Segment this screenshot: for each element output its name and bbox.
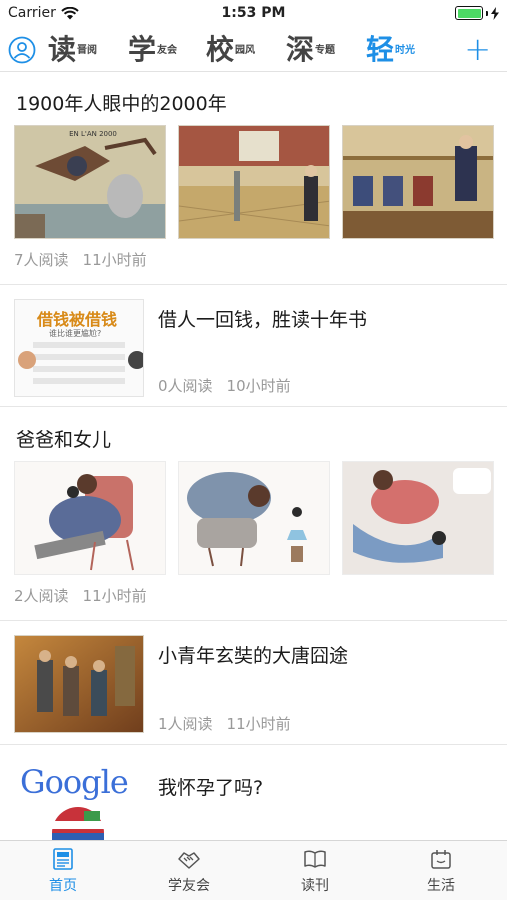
article-image [14, 635, 144, 733]
article-title: 爸爸和女儿 [16, 429, 112, 451]
tab-alumni-association[interactable]: 学友会 [126, 847, 252, 895]
tab-home-label: 首页 [49, 878, 77, 894]
tab-alumni-label: 学友会 [168, 878, 210, 894]
handshake-icon [178, 852, 200, 869]
tab-journal-label: 读刊 [301, 878, 329, 894]
article-image [178, 125, 330, 239]
tab-deep[interactable]: 深 专题 [286, 32, 337, 68]
read-count: 0人阅读 [158, 377, 213, 395]
article-image: 借钱被借钱 谁比谁更尴尬? [14, 299, 144, 397]
list-item[interactable]: Google 我怀孕了吗? [0, 745, 507, 840]
article-meta: 7人阅读 11小时前 [14, 249, 147, 270]
article-image [342, 461, 494, 575]
tab-journal[interactable]: 读刊 [252, 847, 378, 895]
post-time: 11小时前 [82, 587, 147, 605]
clock: 1:53 PM [221, 5, 286, 21]
post-time: 10小时前 [226, 377, 291, 395]
tab-life[interactable]: 生活 [378, 847, 504, 895]
article-feed: 1900年人眼中的2000年 EN L'AN 2000 7人阅读 11小时前 借… [0, 73, 507, 840]
article-meta: 2人阅读 11小时前 [14, 585, 147, 606]
user-profile-icon[interactable] [8, 36, 36, 64]
article-title: 1900年人眼中的2000年 [16, 93, 227, 115]
article-image: Google [14, 759, 144, 840]
article-title: 小青年玄奘的大唐囧途 [158, 645, 349, 667]
tab-life-label: 生活 [427, 878, 455, 894]
battery-icon [455, 6, 483, 20]
tab-campus[interactable]: 校 园风 [206, 32, 257, 68]
bottom-tab-bar: 首页 学友会 读刊 生活 [0, 840, 507, 900]
battery [455, 6, 499, 20]
list-item[interactable]: 小青年玄奘的大唐囧途 1人阅读 11小时前 [0, 621, 507, 745]
article-meta: 1人阅读 11小时前 [158, 713, 291, 734]
article-meta: 0人阅读 10小时前 [158, 375, 291, 396]
list-item[interactable]: 借钱被借钱 谁比谁更尴尬? 借人一回钱，胜读十年书 0人阅读 10小时前 [0, 285, 507, 407]
post-time: 11小时前 [226, 715, 291, 733]
read-count: 1人阅读 [158, 715, 213, 733]
article-title: 借人一回钱，胜读十年书 [158, 309, 368, 331]
life-icon [431, 850, 451, 869]
channel-header: 读 晋阅 学 友会 校 园风 深 专题 轻 时光 + [0, 28, 507, 72]
tab-read[interactable]: 读 晋阅 [48, 32, 99, 68]
read-count: 7人阅读 [14, 251, 69, 269]
tab-home[interactable]: 首页 [0, 847, 126, 895]
news-icon [53, 848, 73, 870]
article-image [14, 461, 166, 575]
article-image [178, 461, 330, 575]
book-icon [304, 850, 326, 868]
article-image: EN L'AN 2000 [14, 125, 166, 239]
article-image [342, 125, 494, 239]
charging-icon [491, 6, 499, 20]
svg-text:EN L'AN 2000: EN L'AN 2000 [69, 130, 117, 138]
list-item[interactable]: 爸爸和女儿 2人阅读 11小时前 [0, 407, 507, 621]
status-bar: Carrier 1:53 PM [0, 0, 507, 28]
tab-alumni[interactable]: 学 友会 [128, 32, 179, 68]
add-channel-button[interactable]: + [464, 31, 491, 67]
post-time: 11小时前 [82, 251, 147, 269]
tab-light[interactable]: 轻 时光 [366, 32, 417, 68]
list-item[interactable]: 1900年人眼中的2000年 EN L'AN 2000 7人阅读 11小时前 [0, 73, 507, 285]
read-count: 2人阅读 [14, 587, 69, 605]
article-title: 我怀孕了吗? [158, 777, 264, 799]
